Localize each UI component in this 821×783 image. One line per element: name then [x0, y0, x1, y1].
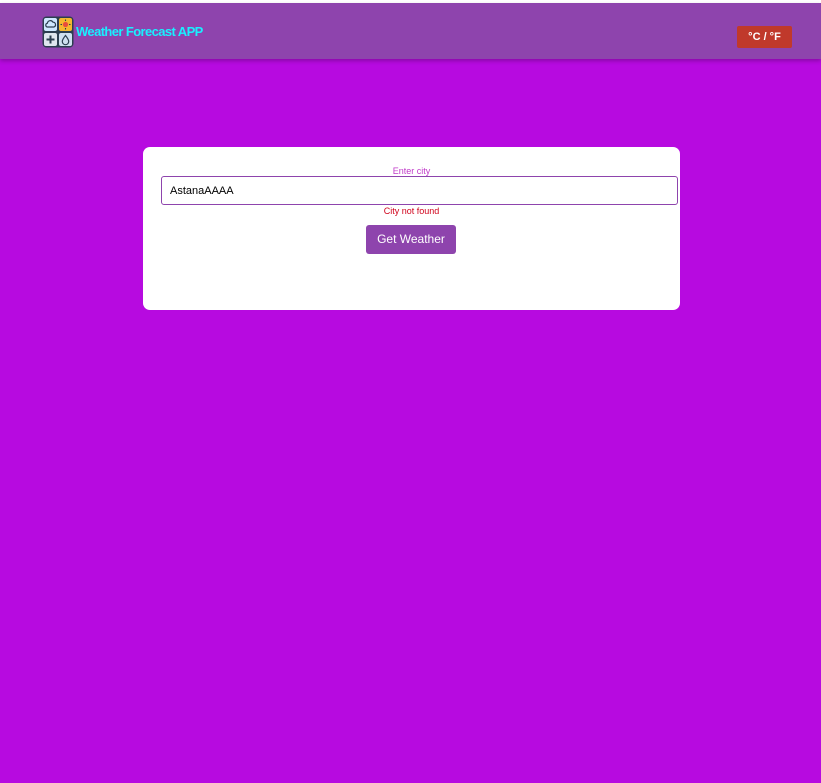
city-input-label: Enter city	[392, 166, 431, 176]
unit-toggle-button[interactable]: °C / °F	[737, 26, 792, 48]
search-card: Enter city City not found Get Weather	[143, 147, 680, 310]
weather-app-logo-icon	[42, 16, 74, 48]
error-message: City not found	[383, 206, 440, 216]
app-header: Weather Forecast APP °C / °F	[0, 3, 821, 59]
get-weather-button[interactable]: Get Weather	[366, 225, 456, 254]
city-input[interactable]	[161, 176, 678, 205]
app-title: Weather Forecast APP	[76, 24, 203, 39]
page: Weather Forecast APP °C / °F Enter city …	[0, 0, 821, 783]
